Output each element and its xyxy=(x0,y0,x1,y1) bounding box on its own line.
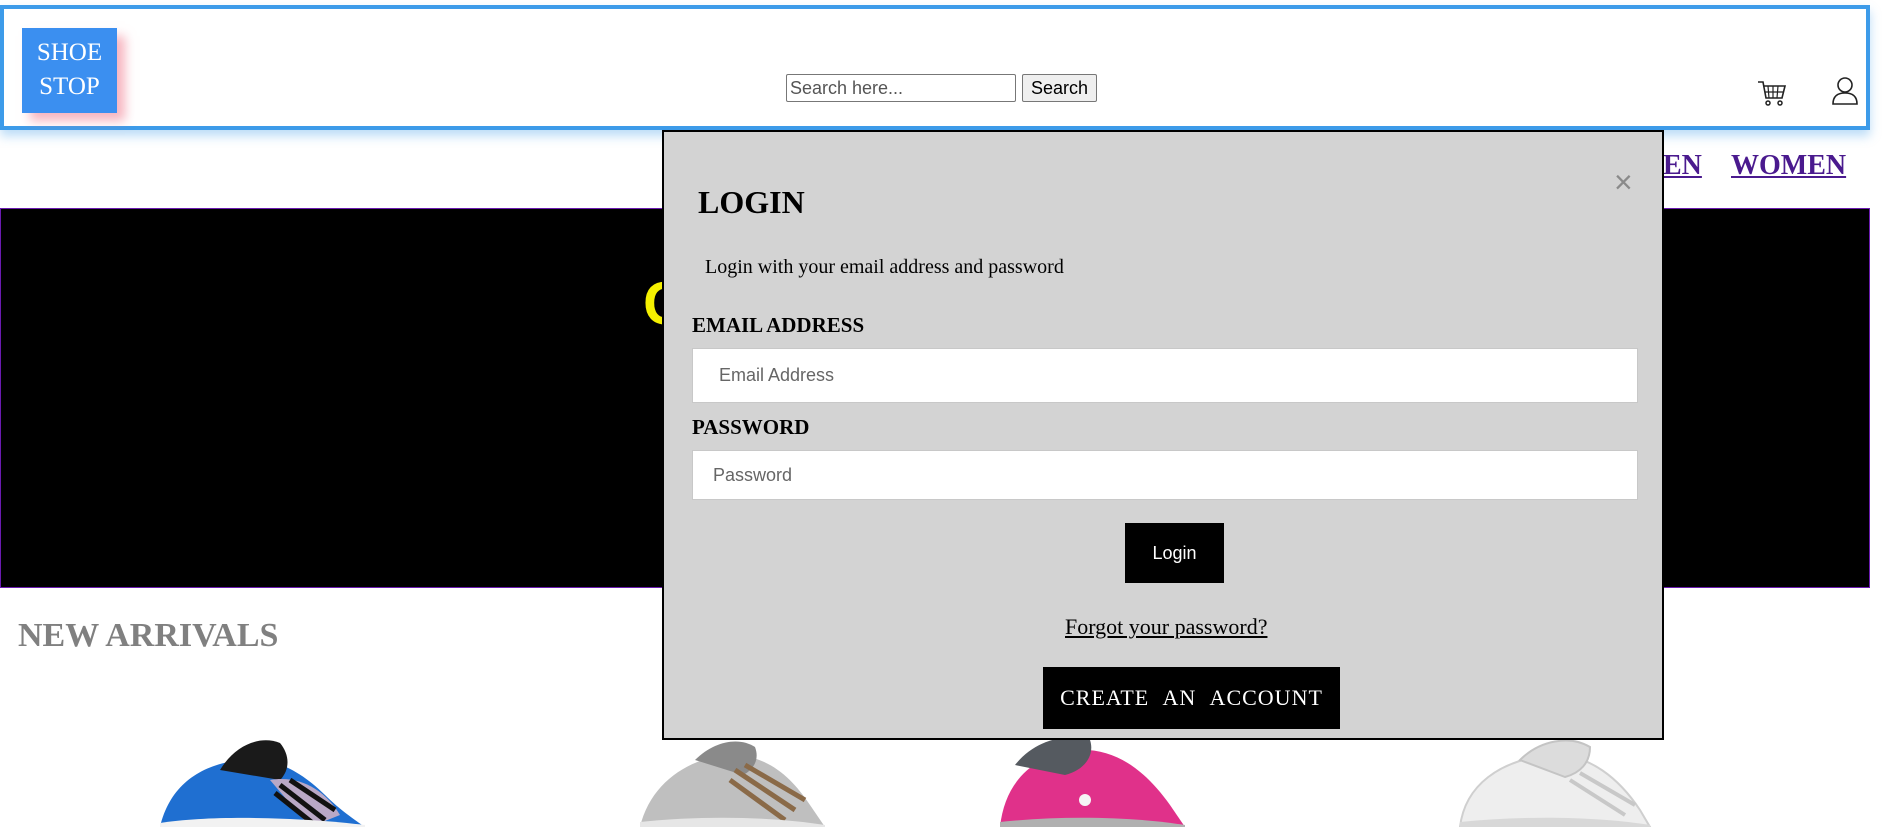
new-arrivals-heading: NEW ARRIVALS xyxy=(18,617,279,654)
email-field[interactable] xyxy=(692,348,1638,403)
logo-line-2: STOP xyxy=(39,73,100,100)
close-icon[interactable]: × xyxy=(1614,164,1633,201)
nav-men-link[interactable]: EN xyxy=(1663,150,1702,182)
search-button[interactable]: Search xyxy=(1022,74,1098,102)
product-image-white-sneaker[interactable] xyxy=(1440,725,1680,827)
forgot-password-link[interactable]: Forgot your password? xyxy=(1065,614,1267,640)
site-header: SHOE STOP Search xyxy=(0,5,1870,130)
password-label: PASSWORD xyxy=(692,415,810,439)
search-input[interactable] xyxy=(786,74,1016,102)
user-icon[interactable] xyxy=(1830,75,1860,107)
modal-title: LOGIN xyxy=(698,184,805,220)
modal-subtitle: Login with your email address and passwo… xyxy=(705,256,1064,278)
product-image-pink-sneaker[interactable] xyxy=(995,725,1235,827)
shoe-stop-logo[interactable]: SHOE STOP xyxy=(22,28,117,113)
cart-icon[interactable] xyxy=(1756,77,1788,109)
product-image-blue-sneaker[interactable] xyxy=(150,725,390,827)
password-field[interactable] xyxy=(692,450,1638,500)
product-image-grey-sneaker[interactable] xyxy=(625,725,865,827)
search-bar: Search xyxy=(786,74,1098,102)
login-modal: × LOGIN Login with your email address an… xyxy=(662,130,1664,740)
create-account-button[interactable]: CREATE AN ACCOUNT xyxy=(1043,667,1340,729)
nav-women-link[interactable]: WOMEN xyxy=(1731,150,1846,182)
logo-line-1: SHOE xyxy=(36,39,103,66)
email-label: EMAIL ADDRESS xyxy=(692,313,865,337)
login-button[interactable]: Login xyxy=(1125,523,1224,583)
